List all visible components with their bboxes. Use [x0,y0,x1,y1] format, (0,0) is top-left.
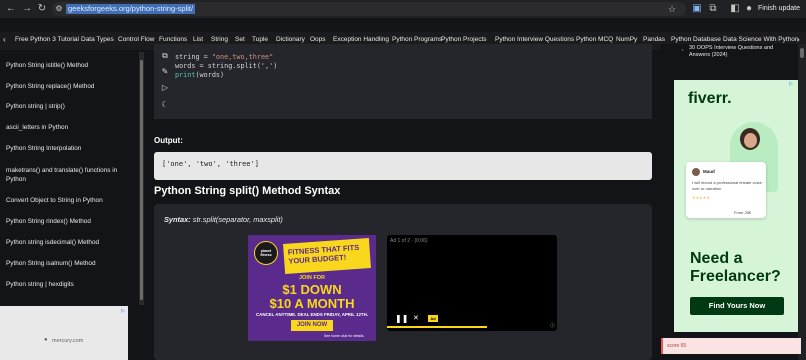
output-text: ['one', 'two', 'three'] [162,160,259,168]
page-scrollbar[interactable] [798,44,806,360]
sidebar-link[interactable]: Convert Object to String in Python [6,196,132,205]
sidebar-link[interactable]: ascii_letters in Python [6,123,132,132]
extensions-puzzle-icon[interactable]: ⧉ [706,2,720,16]
url-text[interactable]: geeksforgeeks.org/python-string-split/ [66,4,196,14]
seller-avatar [692,168,700,176]
sidebar-link[interactable]: Python String istitle() Method [6,61,132,70]
syntax-line: Syntax: str.split(separator, maxsplit) [164,215,283,224]
sidebar-link[interactable]: Python string | strip() [6,102,132,111]
ad-counter-text: Ad 1 of 2 · (0:06) [390,238,428,244]
mercury-logo-icon: ● [44,337,48,343]
extension-icon[interactable]: ▣ [690,2,704,16]
nav-item[interactable]: List [193,36,203,43]
footer-text: See home club for details. [324,334,365,338]
seller-name: Maud [703,169,715,174]
video-player[interactable]: Ad 1 of 2 · (0:06) ❚❚ ✕ Ad ⓘ [387,235,557,331]
find-yours-now-button[interactable]: Find Yours Now [690,297,784,315]
pause-icon[interactable]: ❚❚ [395,314,408,323]
nav-next-arrow-icon[interactable]: › [797,35,800,44]
nav-item[interactable]: Dictionary [276,36,305,43]
browser-toolbar: ← → ↻ ⚙ geeksforgeeks.org/python-string-… [0,0,806,18]
planet-fitness-ad[interactable]: planet fitness FITNESS THAT FITS YOUR BU… [248,235,376,341]
right-article-link[interactable]: 30 OOPS Interview Questions and Answers … [689,45,793,59]
person-face-shape [744,133,757,148]
nav-item[interactable]: Python Programs [392,36,442,43]
run-play-icon[interactable]: ▷ [159,82,171,94]
ad-choices-icon[interactable]: ▷ [121,308,125,314]
theme-moon-icon[interactable]: ☾ [159,99,171,111]
address-bar[interactable]: ⚙ geeksforgeeks.org/python-string-split/… [52,2,686,16]
list-bullet-icon: • [682,47,684,52]
rating-stars-icon: ★★★★★ [692,195,710,200]
cancel-text: CANCEL ANYTIME. DEAL ENDS FRIDAY, APRIL … [256,312,368,317]
headline-line-2: Freelancer? [690,268,781,285]
nav-item[interactable]: Free Python 3 Tutorial [15,36,79,43]
forward-arrow-icon[interactable]: → [20,2,34,16]
nav-item[interactable]: Pandas [643,36,665,43]
ad-domain-text: mercury.com [52,338,84,344]
nav-item[interactable]: Control Flow [118,36,154,43]
section-heading: Python String split() Method Syntax [154,185,341,197]
finish-update-button[interactable]: Finish update [754,1,804,17]
sidebar-link[interactable]: Python String rindex() Method [6,217,132,226]
nav-item[interactable]: Set [235,36,245,43]
nav-item[interactable]: Python Interview Questions [495,36,574,43]
video-progress-bar[interactable] [387,326,487,328]
sidebar-link[interactable]: Python String isalnum() Method [6,259,132,268]
sidebar-link[interactable]: maketrans() and translate() functions in… [6,166,126,184]
headline-line-1: Need a [690,250,743,267]
price-month-text: $10 A MONTH [269,296,355,311]
nav-item[interactable]: Python Database [671,36,721,43]
back-arrow-icon[interactable]: ← [4,2,18,16]
nav-item[interactable]: Python Projects [441,36,487,43]
nav-item[interactable]: Tuple [252,36,268,43]
nav-item[interactable]: Data Types [81,36,114,43]
nav-prev-arrow-icon[interactable]: ‹ [3,35,6,44]
fiverr-ad[interactable]: ▷ fiverr. Maud I will record a professio… [674,80,801,332]
bookmark-star-icon[interactable]: ☆ [666,2,678,16]
sidebar-link[interactable]: Python string isdecimal() Method [6,238,132,247]
brand-text: planet fitness [260,249,272,257]
fiverr-logo: fiverr. [688,90,732,107]
gig-price: From 25€ [734,210,752,215]
sidebar-scroll-thumb[interactable] [140,60,143,300]
ad-choices-icon[interactable]: ▷ [789,81,793,87]
code-line-2: words = string.split(',') [175,62,278,70]
sidebar-link[interactable]: Python string | hexdigits [6,280,132,289]
nav-item[interactable]: String [211,36,228,43]
code-line-3: print(words) [175,71,225,79]
output-label: Output: [154,136,183,145]
join-for-text: JOIN FOR [299,275,325,281]
sidebar-link[interactable]: Python String replace() Method [6,82,132,91]
copy-icon[interactable]: ⧉ [159,50,171,62]
bottom-left-ad[interactable] [0,306,128,360]
info-icon[interactable]: ⓘ [550,322,555,329]
score-text: score 65 [667,343,687,349]
reload-icon[interactable]: ↻ [35,2,49,16]
code-line-1: string = "one,two,three" [175,53,274,61]
sidebar-link[interactable]: Python String Interpolation [6,144,132,153]
nav-item[interactable]: Oops [310,36,326,43]
ad-badge: Ad [428,315,438,322]
mute-icon[interactable]: ✕ [413,314,419,322]
nav-item[interactable]: Exception Handling [333,36,389,43]
edit-pencil-icon[interactable]: ✎ [159,66,171,78]
gig-description: I will record a professional female voic… [692,180,762,191]
nav-item[interactable]: Data Science With Python [723,36,799,43]
nav-item[interactable]: NumPy [616,36,637,43]
join-now-button[interactable]: JOIN NOW [291,320,333,331]
nav-item[interactable]: Functions [159,36,187,43]
side-panel-icon[interactable]: ◧ [728,2,742,16]
nav-item[interactable]: Python MCQ [576,36,613,43]
site-info-icon[interactable]: ⚙ [54,2,64,16]
price-down-text: $1 DOWN [282,282,342,297]
page-scroll-thumb[interactable] [800,48,804,58]
